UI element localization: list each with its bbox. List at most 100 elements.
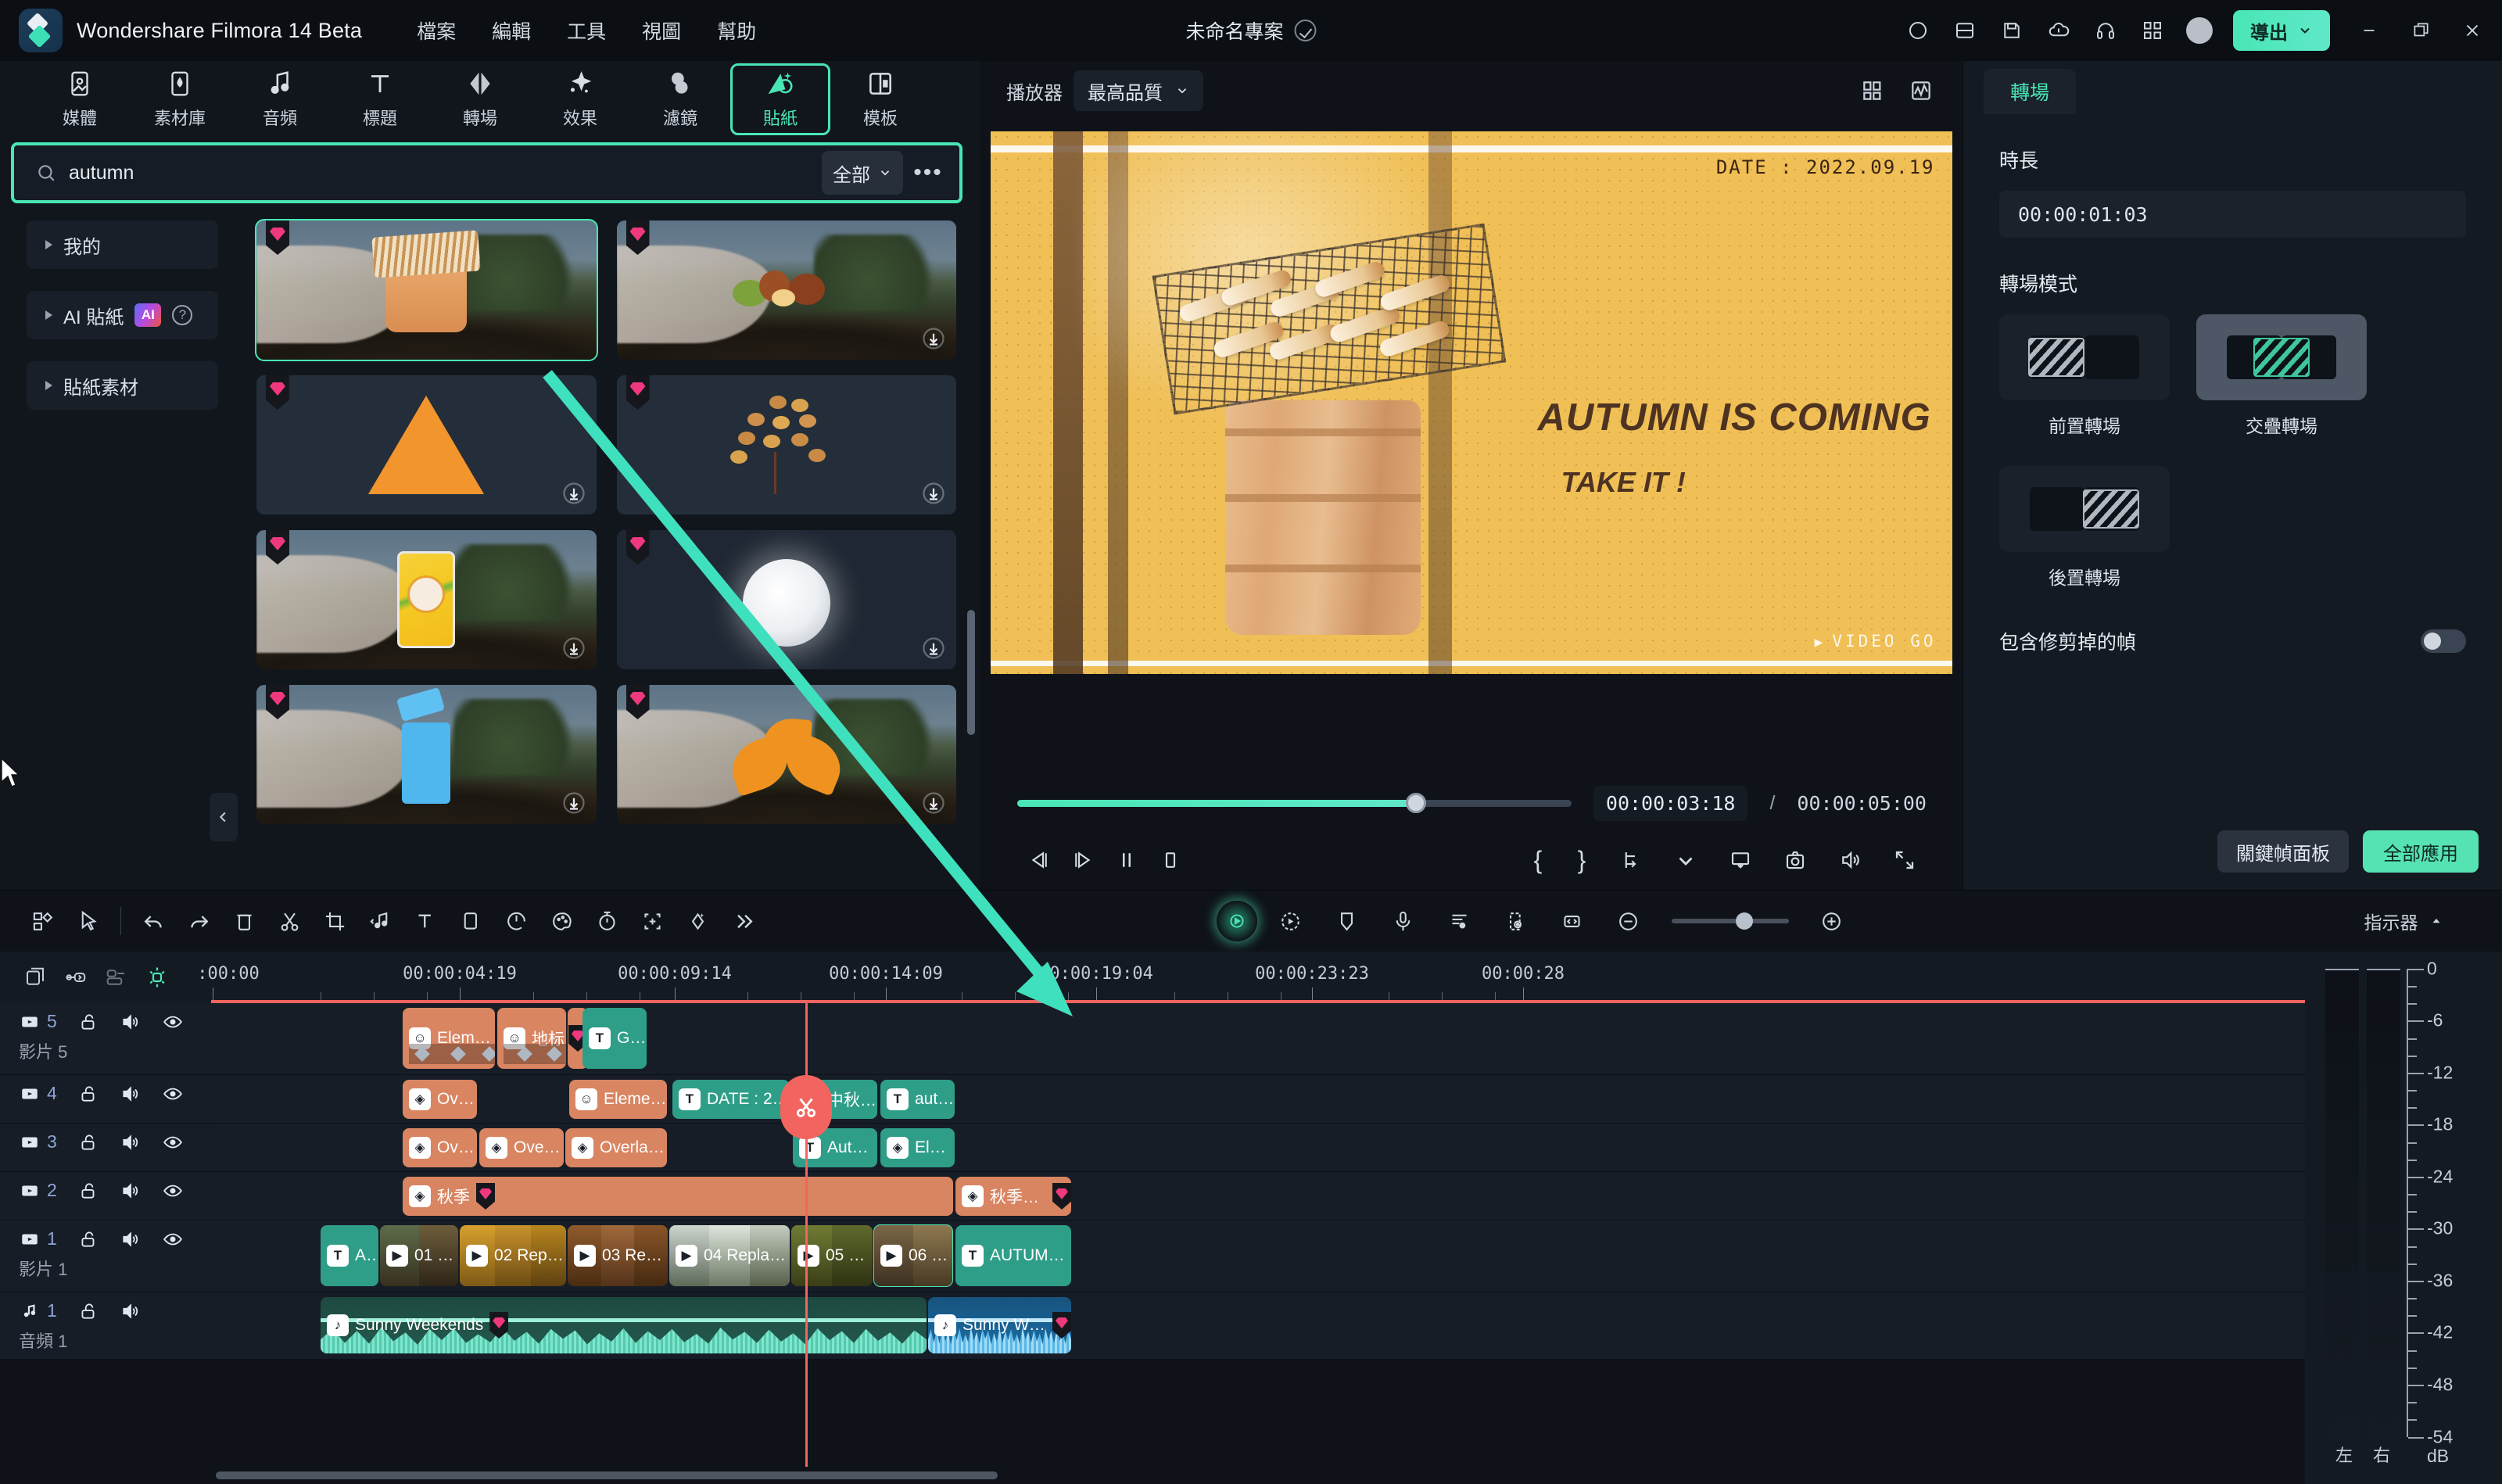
menu-file[interactable]: 檔案	[414, 12, 459, 49]
undo-icon[interactable]	[131, 899, 176, 943]
auto-beat-icon[interactable]	[1493, 899, 1539, 943]
tab-transition-properties[interactable]: 轉場	[1984, 69, 2077, 114]
clip-overlay-03[interactable]: ◈ Overlay_03	[479, 1128, 564, 1167]
download-icon[interactable]	[922, 482, 945, 505]
cloud-upload-icon[interactable]	[2038, 9, 2080, 52]
visibility-eye-icon[interactable]	[162, 1229, 184, 1249]
playhead[interactable]	[780, 1003, 832, 1467]
download-icon[interactable]	[562, 482, 586, 505]
save-icon[interactable]	[1991, 9, 2033, 52]
zoom-in-button[interactable]	[1809, 899, 1855, 943]
audio-detach-icon[interactable]	[357, 899, 403, 943]
clip-overlay[interactable]: ◈ Overlay...	[403, 1128, 477, 1167]
split-marker-icon[interactable]	[1609, 840, 1653, 880]
download-icon[interactable]	[562, 636, 586, 660]
delete-trash-icon[interactable]	[221, 899, 267, 943]
clip-overlay[interactable]: ◈ Overlay...	[403, 1080, 477, 1119]
mute-speaker-icon[interactable]	[120, 1301, 142, 1321]
clip-landmark[interactable]: ☺ 地标	[497, 1008, 566, 1069]
sticker-berry-branch[interactable]	[616, 375, 956, 514]
mute-speaker-icon[interactable]	[120, 1229, 142, 1249]
visibility-eye-icon[interactable]	[162, 1084, 184, 1104]
unlock-icon[interactable]	[77, 1084, 99, 1104]
tab-media[interactable]: 媒體	[30, 63, 130, 135]
clip-overlay-02[interactable]: ◈ Overlay_02	[565, 1128, 667, 1167]
tab-titles[interactable]: 標題	[330, 63, 430, 135]
help-question-icon[interactable]: ?	[172, 305, 193, 325]
mute-speaker-icon[interactable]	[120, 1132, 142, 1152]
duration-input[interactable]: 00:00:01:03	[1999, 191, 2466, 238]
more-options-icon[interactable]: •••	[908, 152, 948, 193]
clip-element[interactable]: ☺ Element...	[403, 1008, 495, 1069]
clip-video-02[interactable]: ▶ 02 Replace You...	[460, 1225, 566, 1286]
chevron-down-icon[interactable]	[1664, 840, 1708, 880]
visibility-eye-icon[interactable]	[162, 1012, 184, 1032]
more-chevrons-icon[interactable]	[720, 899, 765, 943]
voiceover-mic-icon[interactable]	[1381, 899, 1426, 943]
add-track-icon[interactable]	[23, 966, 47, 989]
avatar[interactable]	[2178, 9, 2221, 52]
track-body-video1[interactable]: T AUTUMN / ... ▶ 01 Repl... ▶	[211, 1221, 2305, 1292]
snapshot-camera-icon[interactable]	[1773, 840, 1817, 880]
search-bar[interactable]: 全部 •••	[11, 142, 962, 203]
fullscreen-icon[interactable]	[1883, 840, 1927, 880]
clip-date-text[interactable]: T DATE : 2022.09.19 / ...	[672, 1080, 790, 1119]
redo-icon[interactable]	[176, 899, 221, 943]
category-sticker-assets[interactable]: 貼紙素材	[27, 361, 218, 410]
visibility-eye-icon[interactable]	[162, 1181, 184, 1201]
step-back-icon[interactable]	[1017, 840, 1061, 880]
window-close-button[interactable]	[2449, 7, 2496, 54]
sticker-blue-bottle[interactable]	[256, 685, 597, 824]
sticker-grill-basket[interactable]	[255, 219, 598, 361]
duration-clock-icon[interactable]	[584, 899, 629, 943]
clip-element-02[interactable]: ◈ Element_02	[880, 1128, 955, 1167]
menu-view[interactable]: 視圖	[639, 12, 684, 49]
mark-out-icon[interactable]: }	[1565, 846, 1598, 875]
track-body-audio1[interactable]: ♪ Sunny Weekends ♪ Sunny Weekends	[211, 1292, 2305, 1359]
color-palette-icon[interactable]	[539, 899, 584, 943]
timeline-hscrollbar[interactable]	[0, 1467, 2305, 1484]
download-icon[interactable]	[922, 791, 945, 815]
speed-icon[interactable]	[493, 899, 539, 943]
headphone-icon[interactable]	[2084, 9, 2127, 52]
clip-autumn-pack[interactable]: ◈ 秋季	[403, 1177, 953, 1216]
preview-canvas[interactable]: DATE : 2022.09.19 AUTUMN IS COMING TAKE …	[990, 131, 1952, 674]
tab-transitions[interactable]: 轉場	[430, 63, 530, 135]
clip-autumn-title[interactable]: T AUTUMN / ...	[321, 1225, 378, 1286]
category-mine[interactable]: 我的	[27, 220, 218, 269]
seek-slider[interactable]	[1017, 793, 1572, 813]
split-at-playhead-button[interactable]	[780, 1075, 832, 1139]
search-input[interactable]	[69, 161, 822, 185]
timeline-ruler[interactable]: :00:00 00:00:04:19 00:00:09:14 00:00:14:…	[197, 952, 2305, 1003]
record-icon[interactable]	[1897, 9, 1939, 52]
sticker-vegetables[interactable]	[616, 220, 956, 360]
unlock-icon[interactable]	[77, 1229, 99, 1249]
audio-mixer-icon[interactable]	[1437, 899, 1482, 943]
seek-handle[interactable]	[1406, 793, 1427, 813]
clip-autumn-is-coming-text[interactable]: T autumn is c...	[880, 1080, 955, 1119]
unlock-icon[interactable]	[77, 1181, 99, 1201]
project-name[interactable]: 未命名專案	[1185, 16, 1283, 45]
filter-select[interactable]: 全部	[822, 151, 903, 195]
group-icon[interactable]	[105, 966, 128, 989]
mode-pre-transition[interactable]: 前置轉場	[1999, 314, 2170, 438]
zoom-out-button[interactable]	[1606, 899, 1651, 943]
unlock-icon[interactable]	[77, 1132, 99, 1152]
auto-reframe-icon[interactable]	[629, 899, 675, 943]
clip-video-03[interactable]: ▶ 03 Replace Your...	[568, 1225, 668, 1286]
window-restore-button[interactable]	[2397, 7, 2444, 54]
mode-overlap-transition[interactable]: 交疊轉場	[2196, 314, 2367, 438]
clip-autumn-mini-1[interactable]: ◈ 秋季迷你1	[955, 1177, 1071, 1216]
current-time[interactable]: 00:00:03:18	[1593, 785, 1748, 821]
download-icon[interactable]	[562, 791, 586, 815]
download-icon[interactable]	[922, 327, 945, 350]
grid-view-icon[interactable]	[1855, 73, 1891, 109]
fit-to-width-icon[interactable]	[1550, 899, 1595, 943]
visibility-eye-icon[interactable]	[162, 1132, 184, 1152]
marker-icon[interactable]	[1324, 899, 1370, 943]
grid-apps-icon[interactable]	[2131, 9, 2174, 52]
ai-smart-icon[interactable]	[1216, 901, 1257, 941]
auto-snap-icon[interactable]	[145, 966, 169, 989]
mark-in-icon[interactable]: {	[1522, 846, 1554, 875]
mute-speaker-icon[interactable]	[120, 1084, 142, 1104]
